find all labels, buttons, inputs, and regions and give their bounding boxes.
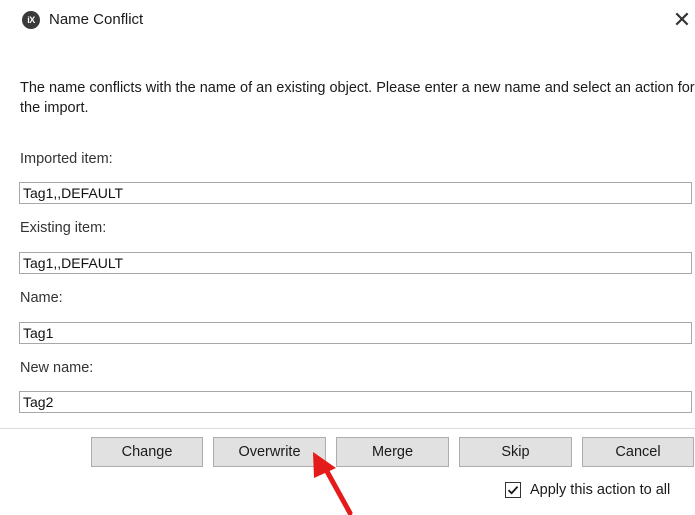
name-conflict-dialog: iX Name Conflict ✕ The name conflicts wi…	[0, 0, 695, 515]
red-arrow-annotation	[313, 452, 353, 515]
